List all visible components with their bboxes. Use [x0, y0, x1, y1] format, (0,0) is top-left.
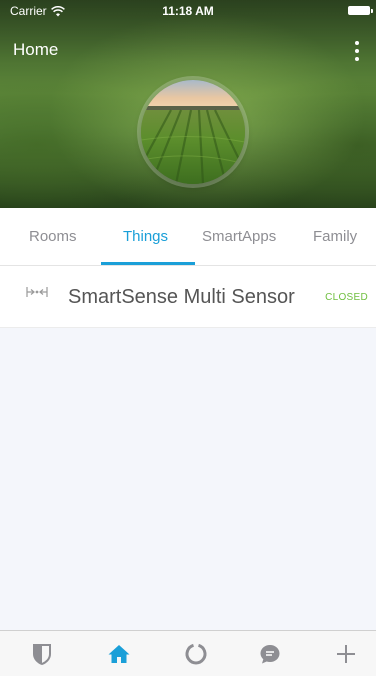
tab-family[interactable]: Family [313, 228, 357, 245]
tab-things[interactable]: Things [123, 228, 168, 245]
location-avatar[interactable] [141, 80, 245, 184]
status-bar: Carrier 11:18 AM [0, 0, 376, 20]
app-screen: Carrier 11:18 AM Home Rooms Things Smart… [0, 0, 376, 676]
multi-sensor-icon [26, 287, 48, 297]
more-vertical-icon[interactable] [348, 40, 366, 62]
shield-icon[interactable] [30, 642, 54, 666]
tab-smartapps[interactable]: SmartApps [202, 228, 276, 245]
activity-ring-icon[interactable] [184, 642, 208, 666]
home-icon[interactable] [107, 642, 131, 666]
empty-list-area [0, 328, 376, 630]
plus-icon[interactable] [334, 642, 358, 666]
bottom-tab-bar [0, 630, 376, 676]
list-item[interactable]: SmartSense Multi Sensor CLOSED [0, 266, 376, 328]
status-time: 11:18 AM [162, 4, 214, 18]
field-landscape-photo [141, 80, 245, 184]
section-tabs: Rooms Things SmartApps Family [0, 208, 376, 266]
page-title: Home [13, 40, 59, 59]
active-tab-indicator [101, 262, 195, 265]
tab-rooms[interactable]: Rooms [29, 228, 77, 245]
battery-icon [348, 6, 373, 15]
location-hero-header: Carrier 11:18 AM Home [0, 0, 376, 208]
status-badge: CLOSED [325, 292, 368, 303]
chat-bubble-icon[interactable] [258, 642, 282, 666]
device-name: SmartSense Multi Sensor [68, 286, 295, 308]
